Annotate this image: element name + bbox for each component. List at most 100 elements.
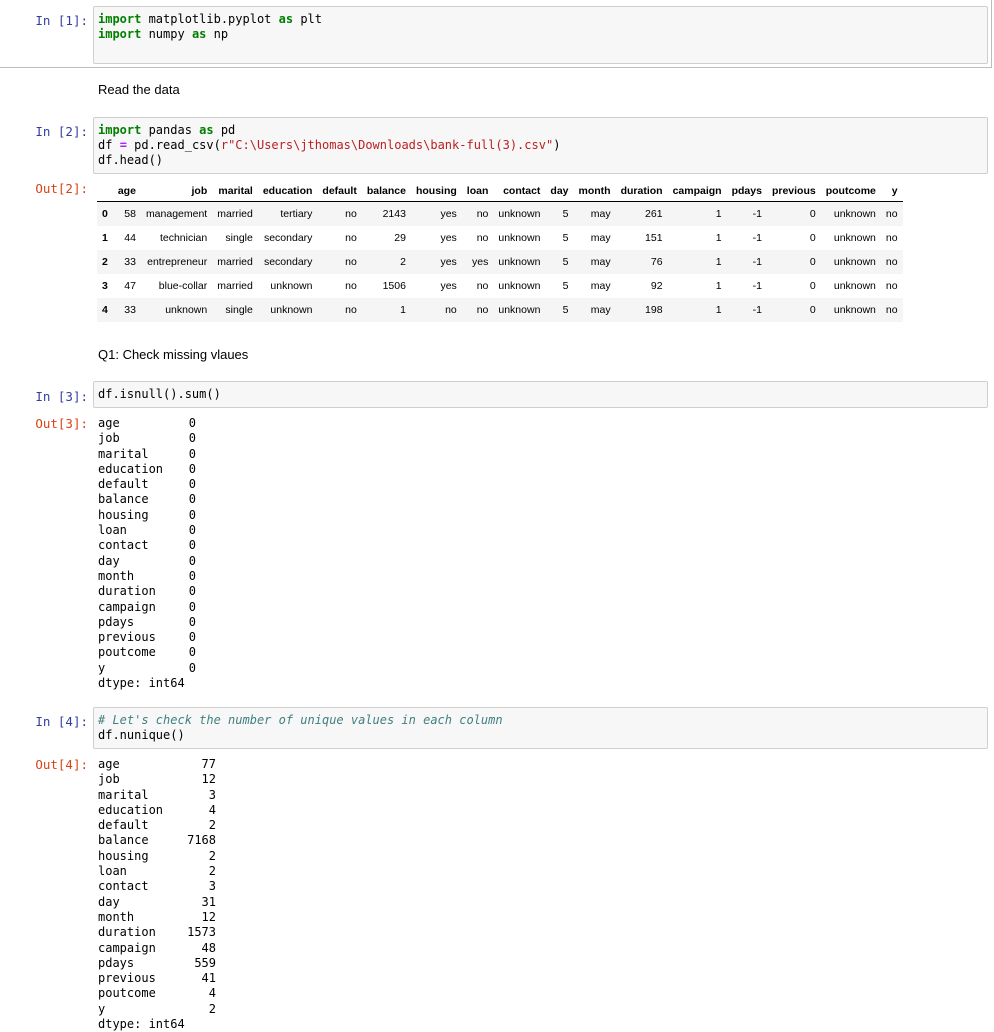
series-value: 2 xyxy=(208,864,216,879)
table-cell: no xyxy=(445,304,457,316)
table-cell: 261 xyxy=(645,208,663,220)
series-row: month 12 xyxy=(98,910,216,925)
series-key: day xyxy=(98,894,120,909)
row-index: 1 xyxy=(102,232,108,244)
column-header: job xyxy=(140,181,213,202)
output-prompt-2: Out[2]: xyxy=(35,181,88,196)
table-cell: 0 xyxy=(809,280,816,292)
table-cell: unknown xyxy=(498,208,541,220)
table-cell: unknown xyxy=(833,304,876,316)
table-cell: -1 xyxy=(752,280,762,292)
series-value: 48 xyxy=(201,940,216,955)
series-value: 0 xyxy=(188,507,196,522)
column-header: month xyxy=(573,181,616,202)
table-cell: 2 xyxy=(400,256,406,268)
series-row: marital 0 xyxy=(98,447,196,462)
series-key: housing xyxy=(98,848,149,863)
column-header: y xyxy=(880,181,903,202)
table-cell: single xyxy=(225,304,253,316)
table-cell: unknown xyxy=(270,280,313,292)
column-header: pdays xyxy=(726,181,767,202)
series-value: 0 xyxy=(188,599,196,614)
series-key: pdays xyxy=(98,614,135,629)
series-value: 0 xyxy=(188,446,196,461)
output-prompt-3: Out[3]: xyxy=(35,416,88,431)
series-key: pdays xyxy=(98,955,135,970)
column-header: duration xyxy=(615,181,668,202)
series-key: job xyxy=(98,772,120,787)
code-input-1[interactable]: import matplotlib.pyplot as plt import n… xyxy=(93,6,988,64)
code-input-3[interactable]: df.isnull().sum() xyxy=(93,381,988,408)
series-key: balance xyxy=(98,492,149,507)
table-cell: unknown xyxy=(165,304,208,316)
table-cell: no xyxy=(885,232,898,244)
series-key: contact xyxy=(98,538,149,553)
column-header: campaign xyxy=(667,181,727,202)
series-row: contact 0 xyxy=(98,538,196,553)
table-cell: blue-collar xyxy=(158,280,208,292)
table-cell: married xyxy=(217,256,253,268)
table-cell: no xyxy=(476,280,489,292)
series-row: age 0 xyxy=(98,416,196,431)
table-cell: may xyxy=(590,208,611,220)
table-cell: unknown xyxy=(498,256,541,268)
column-header: contact xyxy=(493,181,546,202)
series-key: age xyxy=(98,757,120,771)
series-value: 0 xyxy=(188,538,196,553)
column-header: education xyxy=(257,181,318,202)
series-row: y2 xyxy=(98,1002,216,1017)
column-header: marital xyxy=(212,181,258,202)
series-value: 0 xyxy=(188,431,196,446)
table-cell: unknown xyxy=(498,280,541,292)
series-row: housing 2 xyxy=(98,849,216,864)
table-cell: -1 xyxy=(752,208,762,220)
series-value: 3 xyxy=(208,787,216,802)
table-cell: 1 xyxy=(715,232,722,244)
series-value: 4 xyxy=(208,986,216,1001)
series-row: job 12 xyxy=(98,772,216,787)
row-index: 0 xyxy=(102,208,108,220)
series-key: month xyxy=(98,909,135,924)
input-prompt-4: In [4]: xyxy=(35,714,88,729)
series-key: housing xyxy=(98,507,149,522)
series-row: duration 0 xyxy=(98,584,196,599)
column-header: poutcome xyxy=(820,181,881,202)
series-row: y0 xyxy=(98,661,196,676)
table-cell: yes xyxy=(472,256,489,268)
series-value: 0 xyxy=(188,660,196,675)
series-row: campaign 48 xyxy=(98,941,216,956)
series-value: 0 xyxy=(188,477,196,492)
column-header: housing xyxy=(410,181,462,202)
table-cell: -1 xyxy=(752,304,762,316)
table-cell: 47 xyxy=(124,280,136,292)
series-key: y xyxy=(98,660,106,675)
table-cell: secondary xyxy=(263,232,313,244)
table-cell: no xyxy=(345,256,357,268)
series-value: 2 xyxy=(208,848,216,863)
series-key: previous xyxy=(98,630,156,645)
code-input-2[interactable]: import pandas as pd df = pd.read_csv(r"C… xyxy=(93,117,988,174)
table-cell: unknown xyxy=(833,232,876,244)
series-value: 4 xyxy=(208,802,216,817)
series-value: 41 xyxy=(201,971,216,986)
table-cell: no xyxy=(476,232,489,244)
table-cell: may xyxy=(590,304,611,316)
series-key: campaign xyxy=(98,940,156,955)
table-cell: yes xyxy=(440,280,457,292)
markdown-check-missing: Q1: Check missing vlaues xyxy=(98,347,249,362)
code-input-4[interactable]: # Let's check the number of unique value… xyxy=(93,707,988,749)
series-key: marital xyxy=(98,787,149,802)
series-row: poutcome 0 xyxy=(98,645,196,660)
table-cell: 151 xyxy=(645,232,663,244)
table-cell: single xyxy=(225,232,253,244)
column-header: age xyxy=(112,181,141,202)
series-key: day xyxy=(98,553,120,568)
series-key: marital xyxy=(98,446,149,461)
series-row: housing 0 xyxy=(98,508,196,523)
input-prompt-2: In [2]: xyxy=(35,124,88,139)
series-key: previous xyxy=(98,971,156,986)
series-key: education xyxy=(98,802,164,817)
column-header xyxy=(97,181,113,202)
column-header: balance xyxy=(361,181,411,202)
table-cell: 0 xyxy=(809,232,816,244)
